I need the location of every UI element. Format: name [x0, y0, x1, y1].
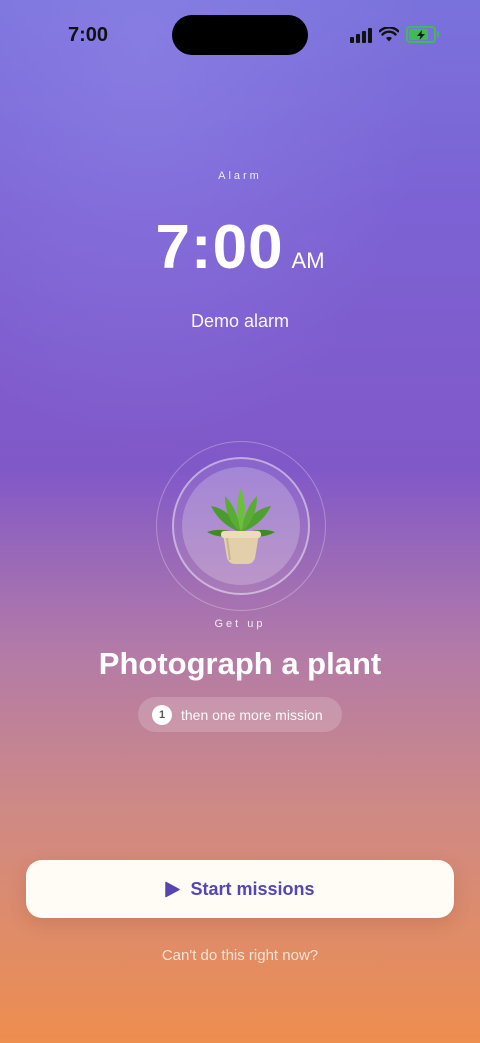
mission-eyebrow: Get up — [214, 618, 266, 630]
alarm-name: Demo alarm — [190, 311, 290, 331]
alarm-time: 7:00 AM — [0, 212, 480, 283]
start-missions-button[interactable]: Start missions — [26, 860, 454, 918]
start-missions-label: Start missions — [190, 878, 315, 899]
status-bar-time: 7:00 — [68, 24, 109, 46]
play-icon — [165, 881, 181, 897]
remaining-count: 1 — [152, 704, 172, 725]
dynamic-island — [172, 15, 308, 55]
alarm-screen: 7:00 Alarm 7:00 AM Demo alarm Get up Pho… — [0, 0, 480, 1043]
skip-link[interactable]: Can't do this right now? — [0, 947, 480, 964]
alarm-time-value: 7:00 — [155, 213, 284, 282]
battery-charging-icon — [406, 26, 439, 43]
cellular-signal-icon — [350, 27, 372, 43]
wifi-icon — [379, 27, 399, 42]
mission-icon-container — [182, 467, 300, 585]
alarm-label: Alarm — [218, 170, 262, 182]
remaining-missions-text: then one more mission — [181, 706, 323, 723]
potted-plant-icon — [207, 488, 275, 564]
mission-title: Photograph a plant — [98, 646, 382, 681]
status-bar-icons — [350, 26, 439, 43]
alarm-time-ampm: AM — [291, 248, 325, 273]
remaining-missions-badge: 1 then one more mission — [138, 697, 342, 732]
